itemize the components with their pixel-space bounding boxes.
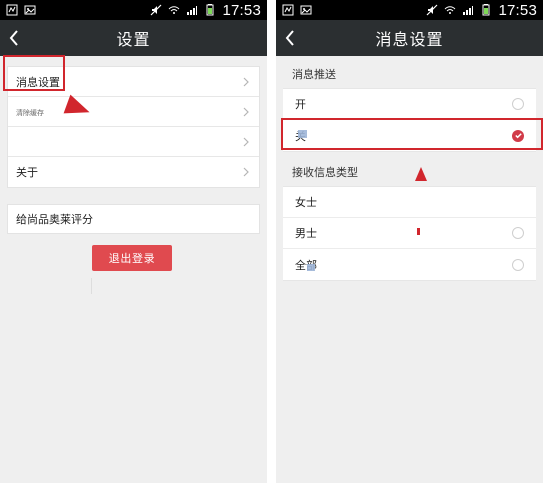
notification-icon xyxy=(282,4,294,16)
right-phone-screen: 17:53 消息设置 消息推送 开 关 接收信息类型 女士 男士 全部 xyxy=(276,0,543,483)
radio-unchecked-icon xyxy=(512,98,524,110)
top-app-bar: 设置 xyxy=(0,20,267,56)
wifi-icon xyxy=(445,6,456,14)
battery-icon xyxy=(206,4,214,16)
radio-unchecked-icon xyxy=(512,258,524,271)
mute-icon xyxy=(427,4,438,16)
type-option-men[interactable]: 男士 xyxy=(283,218,536,249)
status-time: 17:53 xyxy=(222,1,261,19)
image-icon xyxy=(300,5,312,15)
page-title: 设置 xyxy=(116,32,151,49)
push-option-off[interactable]: 关 xyxy=(283,120,536,151)
status-left-icons xyxy=(282,4,312,16)
push-options-panel: 开 关 xyxy=(283,88,536,152)
decorative-line xyxy=(91,278,92,294)
chevron-right-icon xyxy=(243,107,249,116)
signal-icon xyxy=(187,6,198,15)
settings-item-label: 消息设置 xyxy=(16,75,60,89)
chevron-left-icon xyxy=(9,30,18,46)
notification-icon xyxy=(6,4,18,16)
rating-item[interactable]: 给尚品奥莱评分 xyxy=(7,204,260,234)
mute-icon xyxy=(151,4,162,16)
wifi-icon xyxy=(169,6,180,14)
settings-item-about[interactable]: 关于 xyxy=(8,157,259,187)
status-left-icons xyxy=(6,4,36,16)
battery-icon xyxy=(482,4,490,16)
option-label: 男士 xyxy=(295,227,317,240)
page-title: 消息设置 xyxy=(375,32,444,49)
signal-icon xyxy=(463,6,474,15)
logout-button[interactable]: 退出登录 xyxy=(92,245,172,271)
left-phone-screen: 17:53 设置 消息设置 清除缓存 关于 给尚品奥莱评分 退出登录 xyxy=(0,0,267,483)
settings-item-empty[interactable] xyxy=(8,127,259,157)
top-app-bar: 消息设置 xyxy=(276,20,543,56)
check-icon xyxy=(514,133,522,139)
type-option-women[interactable]: 女士 xyxy=(283,187,536,218)
back-button[interactable] xyxy=(0,20,28,56)
option-label: 女士 xyxy=(295,196,317,209)
settings-item-label: 关于 xyxy=(16,166,38,179)
chevron-right-icon xyxy=(243,137,249,146)
rating-label: 给尚品奥莱评分 xyxy=(16,213,93,226)
push-section-title: 消息推送 xyxy=(292,68,336,81)
screens-divider xyxy=(267,0,276,483)
type-option-all[interactable]: 全部 xyxy=(283,249,536,280)
settings-list: 消息设置 清除缓存 关于 xyxy=(7,66,260,188)
push-option-on[interactable]: 开 xyxy=(283,89,536,120)
radio-unchecked-icon xyxy=(512,227,524,239)
settings-item-label: 清除缓存 xyxy=(16,108,44,117)
option-label: 关 xyxy=(295,129,306,143)
status-time: 17:53 xyxy=(498,1,537,19)
type-options-panel: 女士 男士 全部 xyxy=(283,186,536,281)
type-section-title: 接收信息类型 xyxy=(292,166,358,179)
image-icon xyxy=(24,5,36,15)
option-label: 全部 xyxy=(295,258,317,272)
radio-checked-icon xyxy=(512,129,524,142)
settings-item-clear-cache[interactable]: 清除缓存 xyxy=(8,97,259,127)
chevron-right-icon xyxy=(243,77,249,86)
status-right-icons: 17:53 xyxy=(426,2,537,19)
status-bar: 17:53 xyxy=(0,0,267,20)
status-right-icons: 17:53 xyxy=(150,2,261,19)
settings-item-message-settings[interactable]: 消息设置 xyxy=(8,67,259,97)
chevron-left-icon xyxy=(285,30,294,46)
status-bar: 17:53 xyxy=(276,0,543,20)
back-button[interactable] xyxy=(276,20,304,56)
chevron-right-icon xyxy=(243,167,249,177)
option-label: 开 xyxy=(295,98,306,111)
